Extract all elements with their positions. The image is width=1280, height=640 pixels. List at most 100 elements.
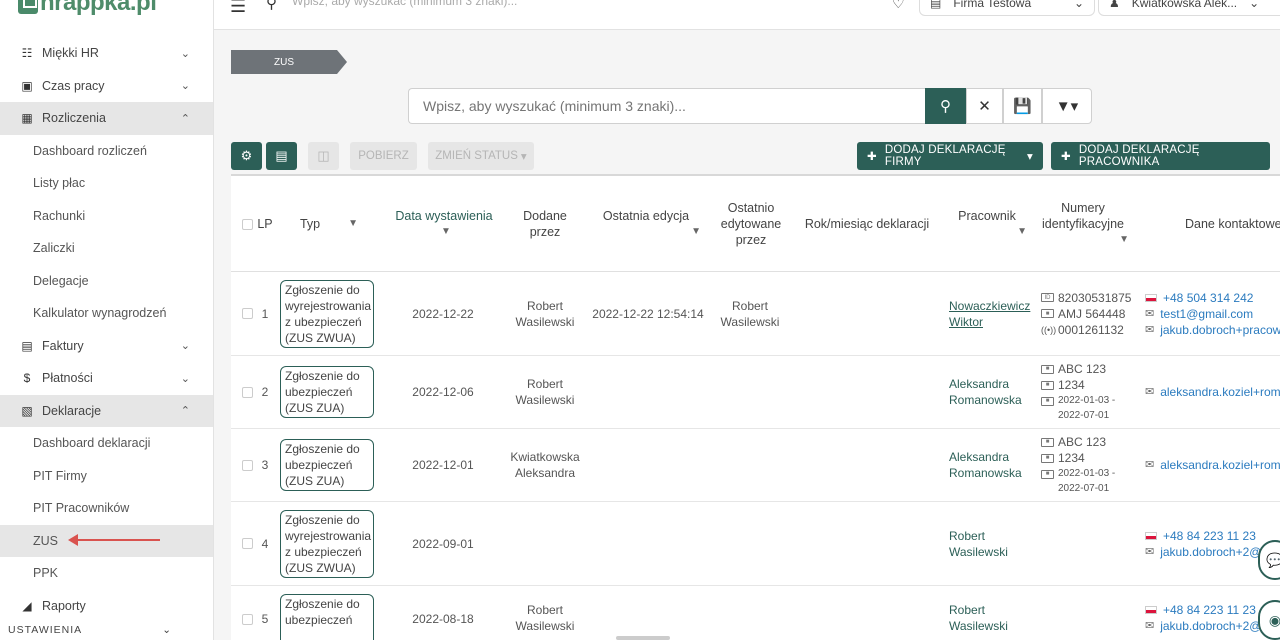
row-pracownik-link[interactable]: Robert Wasilewski bbox=[949, 586, 1033, 640]
col-data-wystawienia[interactable]: Data wystawienia ▼ bbox=[387, 176, 501, 272]
row-typ[interactable]: Zgłoszenie do wyrejestrowania z ubezpiec… bbox=[280, 502, 384, 585]
type-badge[interactable]: Zgłoszenie do ubezpieczeń bbox=[280, 594, 374, 640]
sidebar-item-zaliczki[interactable]: Zaliczki bbox=[0, 232, 213, 265]
sidebar-item-pit-pracownikow[interactable]: PIT Pracowników bbox=[0, 492, 213, 525]
row-typ[interactable]: Zgłoszenie do ubezpieczeń (ZUS ZUA) bbox=[280, 429, 384, 501]
employee-name[interactable]: Robert bbox=[949, 528, 1033, 544]
row-checkbox[interactable] bbox=[239, 586, 255, 640]
table-row[interactable]: 2 Zgłoszenie do ubezpieczeń (ZUS ZUA) 20… bbox=[231, 356, 1280, 429]
table-row[interactable]: 3 Zgłoszenie do ubezpieczeń (ZUS ZUA) 20… bbox=[231, 429, 1280, 502]
email-link[interactable]: jakub.dobroch+pracow bbox=[1160, 322, 1280, 338]
settings-button[interactable]: ⚙ bbox=[231, 142, 262, 170]
row-pracownik-link[interactable]: Nowaczkiewicz Wiktor bbox=[949, 272, 1033, 355]
checkbox[interactable] bbox=[241, 538, 253, 549]
delete-button[interactable]: ◫ bbox=[308, 142, 339, 170]
col-typ[interactable]: Typ ▼ bbox=[277, 176, 381, 272]
save-filter-button[interactable]: 💾 bbox=[1003, 88, 1042, 124]
email-link[interactable]: aleksandra.koziel+roma bbox=[1160, 457, 1280, 473]
filter-icon[interactable]: ▼ bbox=[1017, 224, 1027, 240]
company-select[interactable]: ▤ Firma Testowa ⌄ bbox=[919, 0, 1095, 16]
pobierz-button[interactable]: POBIERZ bbox=[350, 142, 417, 170]
sidebar-item-delegacje[interactable]: Delegacje bbox=[0, 265, 213, 298]
sidebar-item-rachunki[interactable]: Rachunki bbox=[0, 200, 213, 233]
phone-link[interactable]: +48 84 223 11 23 bbox=[1163, 602, 1256, 618]
col-ostatnio-edytowane[interactable]: Ostatnio edytowane przez bbox=[711, 176, 791, 272]
col-dane-kontaktowe[interactable]: Dane kontaktowe bbox=[1185, 176, 1280, 272]
sidebar-item-miekki-hr[interactable]: ☷ Miękki HR ⌄ bbox=[0, 37, 213, 70]
contact-line[interactable]: +48 504 314 242 bbox=[1145, 290, 1280, 306]
employee-name[interactable]: Aleksandra bbox=[949, 376, 1033, 392]
breadcrumb[interactable]: ZUS bbox=[231, 50, 347, 74]
employee-name[interactable]: Romanowska bbox=[949, 465, 1033, 481]
sidebar-item-deklaracje[interactable]: ▧ Deklaracje ⌃ bbox=[0, 394, 213, 427]
row-checkbox[interactable] bbox=[239, 356, 255, 428]
table-row[interactable]: 5 Zgłoszenie do ubezpieczeń 2022-08-18 R… bbox=[231, 586, 1280, 640]
sidebar-item-pit-firmy[interactable]: PIT Firmy bbox=[0, 460, 213, 493]
hamburger-menu-icon[interactable]: ☰ bbox=[230, 0, 246, 17]
employee-name[interactable]: Aleksandra bbox=[949, 449, 1033, 465]
phone-link[interactable]: +48 504 314 242 bbox=[1163, 290, 1253, 306]
contact-line[interactable]: ✉ test1@gmail.com bbox=[1145, 306, 1280, 322]
checkbox[interactable] bbox=[241, 459, 253, 471]
employee-name[interactable]: Romanowska bbox=[949, 392, 1033, 408]
add-employee-declaration-button[interactable]: ✚ DODAJ DEKLARACJĘ PRACOWNIKA bbox=[1051, 142, 1270, 170]
col-rok-miesiac[interactable]: Rok/miesiąc deklaracji bbox=[797, 176, 937, 272]
filter-icon[interactable]: ▼ bbox=[441, 224, 451, 240]
col-ostatnia-edycja[interactable]: Ostatnia edycja ▼ bbox=[591, 176, 701, 272]
type-badge[interactable]: Zgłoszenie do wyrejestrowania z ubezpiec… bbox=[280, 509, 374, 578]
user-menu[interactable]: ♟ Kwiatkowska Alek... ⌄ bbox=[1098, 0, 1280, 16]
sidebar-section-ustawienia[interactable]: USTAWIENIA ⌄ bbox=[0, 622, 213, 638]
filter-menu-button[interactable]: ▼▾ bbox=[1042, 88, 1092, 124]
sidebar-item-kalkulator[interactable]: Kalkulator wynagrodzeń bbox=[0, 297, 213, 330]
clear-search-button[interactable]: ✕ bbox=[966, 88, 1003, 124]
top-search-input[interactable]: Wpisz, aby wyszukać (minimum 3 znaki)... bbox=[292, 0, 622, 8]
employee-name[interactable]: Nowaczkiewicz bbox=[949, 298, 1033, 314]
sidebar-item-dashboard-rozliczen[interactable]: Dashboard rozliczeń bbox=[0, 135, 213, 168]
row-checkbox[interactable] bbox=[239, 502, 255, 585]
logo[interactable]: hrappka.pl bbox=[18, 0, 157, 18]
email-link[interactable]: jakub.dobroch+2@ bbox=[1160, 544, 1261, 560]
col-lp[interactable]: LP bbox=[255, 176, 275, 272]
sidebar-item-listy-plac[interactable]: Listy płac bbox=[0, 167, 213, 200]
row-checkbox[interactable] bbox=[239, 272, 255, 355]
main-search-input[interactable] bbox=[408, 88, 926, 124]
checkbox[interactable] bbox=[241, 308, 253, 319]
sidebar-item-ppk[interactable]: PPK bbox=[0, 557, 213, 590]
export-excel-button[interactable]: ▤ bbox=[266, 142, 297, 170]
email-link[interactable]: test1@gmail.com bbox=[1160, 306, 1253, 322]
horizontal-scrollbar[interactable] bbox=[616, 636, 670, 640]
row-typ[interactable]: Zgłoszenie do ubezpieczeń (ZUS ZUA) bbox=[280, 356, 384, 428]
phone-link[interactable]: +48 84 223 11 23 bbox=[1163, 528, 1256, 544]
employee-name[interactable]: Wiktor bbox=[949, 314, 1033, 330]
employee-name[interactable]: Wasilewski bbox=[949, 618, 1033, 634]
sidebar-item-czas-pracy[interactable]: ▣ Czas pracy ⌄ bbox=[0, 70, 213, 103]
search-button[interactable]: ⚲ bbox=[925, 88, 966, 124]
checkbox[interactable] bbox=[241, 386, 253, 398]
contact-line[interactable]: +48 84 223 11 23 bbox=[1145, 528, 1280, 544]
checkbox[interactable] bbox=[241, 613, 253, 625]
col-pracownik[interactable]: Pracownik ▼ bbox=[947, 176, 1027, 272]
row-checkbox[interactable] bbox=[239, 429, 255, 501]
row-pracownik-link[interactable]: Aleksandra Romanowska bbox=[949, 356, 1033, 428]
sidebar-item-faktury[interactable]: ▤ Faktury ⌄ bbox=[0, 330, 213, 363]
row-pracownik-link[interactable]: Aleksandra Romanowska bbox=[949, 429, 1033, 501]
contact-line[interactable]: ✉ aleksandra.koziel+roma bbox=[1145, 457, 1280, 473]
zmien-status-button[interactable]: ZMIEŃ STATUS ▾ bbox=[428, 142, 534, 170]
checkbox[interactable] bbox=[241, 218, 253, 230]
sidebar-item-platnosci[interactable]: $ Płatności ⌄ bbox=[0, 362, 213, 395]
chat-button[interactable]: 💬 bbox=[1258, 540, 1280, 580]
row-pracownik-link[interactable]: Robert Wasilewski bbox=[949, 502, 1033, 585]
bell-icon[interactable]: ♡ bbox=[892, 0, 905, 12]
add-company-declaration-button[interactable]: ✚ DODAJ DEKLARACJĘ FIRMY ▾ bbox=[857, 142, 1043, 170]
sidebar-item-raporty[interactable]: ◢ Raporty bbox=[0, 590, 213, 623]
sidebar-item-dashboard-deklaracji[interactable]: Dashboard deklaracji bbox=[0, 427, 213, 460]
type-badge[interactable]: Zgłoszenie do ubezpieczeń (ZUS ZUA) bbox=[280, 439, 374, 491]
col-dodane-przez[interactable]: Dodane przez bbox=[509, 176, 581, 272]
email-link[interactable]: jakub.dobroch+2@ bbox=[1160, 618, 1261, 634]
employee-name[interactable]: Wasilewski bbox=[949, 544, 1033, 560]
email-link[interactable]: aleksandra.koziel+roma bbox=[1160, 384, 1280, 400]
type-badge[interactable]: Zgłoszenie do ubezpieczeń (ZUS ZUA) bbox=[280, 366, 374, 418]
table-row[interactable]: 4 Zgłoszenie do wyrejestrowania z ubezpi… bbox=[231, 502, 1280, 586]
sidebar-item-rozliczenia[interactable]: ▦ Rozliczenia ⌃ bbox=[0, 102, 213, 135]
employee-name[interactable]: Robert bbox=[949, 602, 1033, 618]
